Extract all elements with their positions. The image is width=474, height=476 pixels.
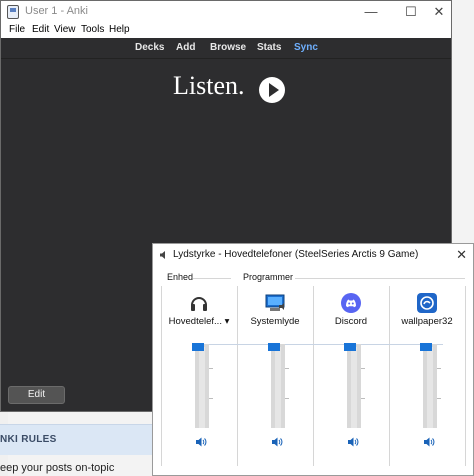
system-sounds-icon [265, 294, 285, 311]
mixer-title: Lydstyrke - Hovedtelefoner (SteelSeries … [173, 249, 419, 260]
anki-menubar: File Edit View Tools Help [1, 23, 451, 38]
mute-speaker-icon[interactable] [423, 436, 435, 448]
discord-icon [341, 293, 361, 313]
mute-speaker-icon[interactable] [347, 436, 359, 448]
volume-slider-track[interactable] [423, 344, 437, 428]
slider-tick [361, 398, 365, 399]
play-audio-icon[interactable] [259, 77, 285, 103]
volume-fill [351, 347, 357, 428]
mute-speaker-icon[interactable] [271, 436, 283, 448]
volume-slider-track[interactable] [271, 344, 285, 428]
menu-edit[interactable]: Edit [32, 24, 49, 35]
speaker-icon [160, 251, 165, 259]
slider-tick [285, 398, 289, 399]
slider-tick [437, 368, 441, 369]
slider-tick [209, 398, 213, 399]
slider-tick [437, 398, 441, 399]
channel-wallpaper32: wallpaper32 [390, 288, 464, 468]
toolbar-browse[interactable]: Browse [210, 42, 246, 53]
volume-fill [199, 347, 205, 428]
menu-view[interactable]: View [54, 24, 76, 35]
headphones-icon [191, 297, 207, 311]
apps-group-border [465, 286, 466, 466]
slider-tick [209, 368, 213, 369]
background-posts-text: eep your posts on-topic [0, 462, 115, 474]
device-select[interactable]: Hovedtelef... ▾ [162, 316, 236, 327]
mixer-close-button[interactable]: ✕ [456, 247, 467, 263]
anki-toolbar: Decks Add Browse Stats Sync [1, 38, 451, 59]
apps-section-label: Programmer [243, 272, 294, 282]
volume-slider-thumb[interactable] [192, 343, 204, 351]
menu-file[interactable]: File [9, 24, 25, 35]
device-section-label: Enhed [167, 272, 194, 282]
volume-slider-thumb[interactable] [268, 343, 280, 351]
channel-label: wallpaper32 [401, 316, 453, 327]
slider-tick [361, 368, 365, 369]
mute-speaker-icon[interactable] [195, 436, 207, 448]
volume-mixer-window: Lydstyrke - Hovedtelefoner (SteelSeries … [152, 243, 474, 476]
minimize-button[interactable]: — [355, 2, 387, 22]
device-section-line [193, 278, 231, 279]
channel-systemlyde: Systemlyde [238, 288, 312, 468]
anki-window-title: User 1 - Anki [25, 5, 88, 17]
toolbar-stats[interactable]: Stats [257, 42, 281, 53]
volume-fill [275, 347, 281, 428]
menu-tools[interactable]: Tools [81, 24, 104, 35]
volume-slider-track[interactable] [195, 344, 209, 428]
channel-label: Systemlyde [250, 316, 300, 327]
card-question-text: Listen. [173, 71, 245, 100]
slider-tick [285, 368, 289, 369]
toolbar-add[interactable]: Add [176, 42, 195, 53]
rules-label: NKI RULES [0, 434, 57, 445]
apps-section-line [295, 278, 465, 279]
toolbar-decks[interactable]: Decks [135, 42, 164, 53]
anki-titlebar[interactable]: User 1 - Anki — ☐ ✕ [1, 1, 451, 23]
anki-app-icon [7, 5, 19, 19]
channel-discord: Discord [314, 288, 388, 468]
toolbar-sync[interactable]: Sync [294, 42, 318, 53]
background-rules-banner: NKI RULES [0, 424, 160, 455]
channel-label: Discord [334, 316, 368, 327]
wallpaper-engine-icon [417, 293, 437, 313]
volume-slider-thumb[interactable] [420, 343, 432, 351]
volume-fill [427, 347, 433, 428]
volume-slider-thumb[interactable] [344, 343, 356, 351]
volume-slider-track[interactable] [347, 344, 361, 428]
channel-device: Hovedtelef... ▾ [162, 288, 236, 468]
close-button[interactable]: ✕ [423, 2, 455, 22]
menu-help[interactable]: Help [109, 24, 130, 35]
edit-button[interactable]: Edit [8, 386, 65, 404]
